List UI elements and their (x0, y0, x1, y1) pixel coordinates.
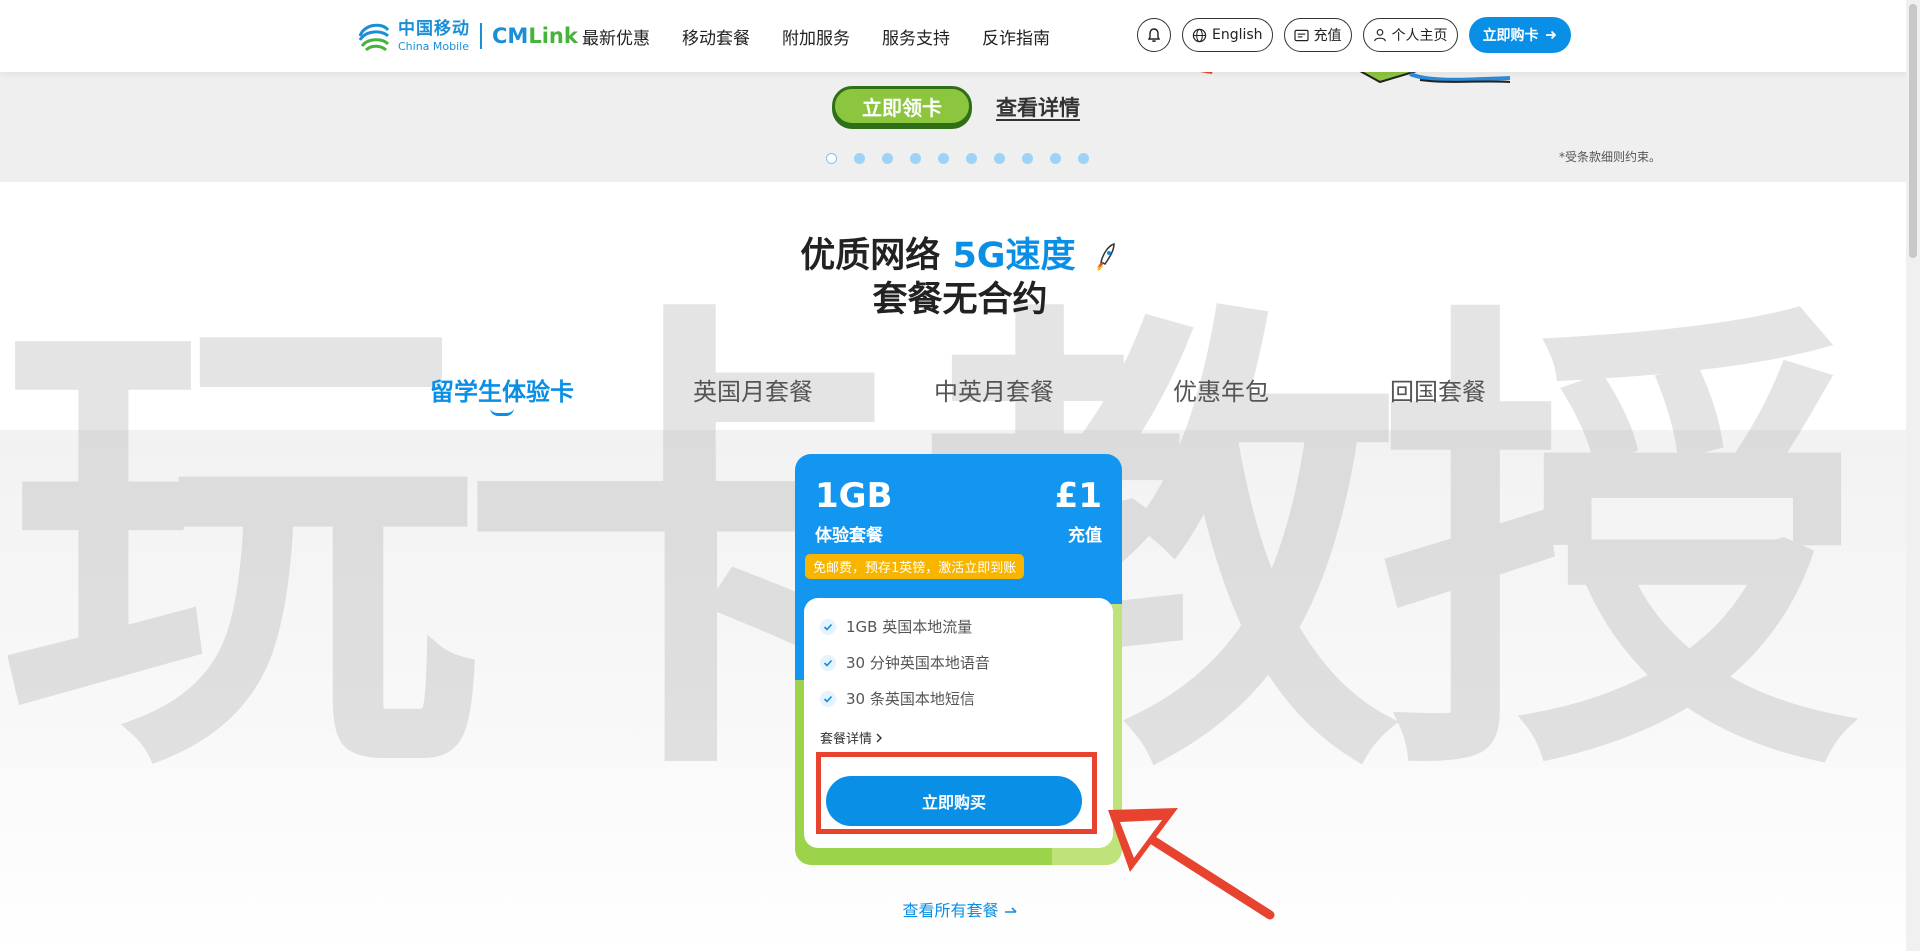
promo-tag: 免邮费，预存1英镑，激活立即到账 (805, 554, 1025, 579)
nav-support[interactable]: 服务支持 (882, 24, 950, 49)
plan-data-amount: 1GB (815, 476, 893, 516)
section-title-line1: 优质网络 5G速度 (0, 234, 1920, 278)
terms-note: *受条款细则约束。 (1559, 150, 1662, 164)
brand-logo[interactable]: 中国移动 China Mobile CMLink (356, 16, 578, 56)
plan-name: 体验套餐 (815, 526, 883, 546)
nav-latest-offers[interactable]: 最新优惠 (582, 24, 650, 49)
logo-english-name: China Mobile (398, 39, 470, 53)
nav-mobile-plans[interactable]: 移动套餐 (682, 24, 750, 49)
buy-card-now-label: 立即购卡 (1482, 28, 1539, 44)
check-icon (820, 690, 836, 707)
card-icon (1293, 29, 1309, 41)
china-mobile-logo-icon (356, 18, 392, 54)
view-details-link[interactable]: 查看详情 (996, 92, 1080, 122)
main-nav: 最新优惠 移动套餐 附加服务 服务支持 反诈指南 (582, 0, 1050, 72)
notification-button[interactable] (1137, 18, 1171, 52)
carousel-dot[interactable] (938, 153, 949, 164)
bell-icon (1147, 28, 1161, 42)
globe-icon (1192, 28, 1207, 42)
cmlink-wordmark-b: Link (528, 24, 578, 48)
arrow-right-icon (1004, 907, 1017, 913)
carousel-dots (826, 153, 1089, 164)
header-actions: English 充值 个人主页 立即购卡 (1137, 17, 1571, 53)
carousel-dot[interactable] (826, 153, 837, 164)
chevron-right-icon (876, 733, 883, 742)
carousel-dot[interactable] (882, 153, 893, 164)
tab-uk-monthly[interactable]: 英国月套餐 (693, 372, 813, 407)
title-highlight: 5G速度 (952, 236, 1076, 276)
feature-text: 30 分钟英国本地语音 (846, 654, 990, 672)
topup-button[interactable]: 充值 (1283, 18, 1352, 52)
tab-student-trial[interactable]: 留学生体验卡 (430, 372, 574, 416)
section-title-line2: 套餐无合约 (872, 280, 1048, 320)
cmlink-wordmark: CMLink (492, 24, 578, 48)
feature-item: 1GB 英国本地流量 (820, 616, 972, 637)
tab-label: 回国套餐 (1390, 378, 1486, 406)
scrollbar-thumb[interactable] (1909, 4, 1917, 258)
language-label: English (1212, 27, 1263, 43)
plan-details-label: 套餐详情 (820, 732, 873, 747)
rocket-icon (1096, 242, 1115, 271)
feature-item: 30 条英国本地短信 (820, 688, 975, 709)
check-icon (820, 618, 836, 635)
account-label: 个人主页 (1391, 28, 1448, 44)
plan-details-link[interactable]: 套餐详情 (820, 728, 883, 747)
cmlink-wordmark-a: CM (492, 24, 529, 48)
hero-illustration (1200, 72, 1511, 84)
language-button[interactable]: English (1182, 18, 1273, 52)
account-button[interactable]: 个人主页 (1362, 18, 1458, 52)
plan-tabs: 留学生体验卡 英国月套餐 中英月套餐 优惠年包 回国套餐 (0, 372, 1920, 416)
title-part1: 优质网络 (800, 236, 953, 276)
tab-label: 留学生体验卡 (430, 378, 574, 406)
carousel-dot[interactable] (994, 153, 1005, 164)
check-icon (820, 654, 836, 671)
view-all-plans-link[interactable]: 查看所有套餐 (0, 897, 1920, 921)
carousel-dot[interactable] (910, 153, 921, 164)
carousel-dot[interactable] (854, 153, 865, 164)
plan-price-label: 充值 (1068, 526, 1102, 546)
feature-text: 30 条英国本地短信 (846, 690, 975, 708)
nav-addon-services[interactable]: 附加服务 (782, 24, 850, 49)
carousel-dot[interactable] (1050, 153, 1061, 164)
claim-card-button[interactable]: 立即领卡 (832, 86, 972, 126)
logo-divider (480, 23, 482, 49)
logo-text: 中国移动 China Mobile (398, 18, 470, 53)
hero-banner: 立即领卡 查看详情 *受条款细则约束。 (0, 72, 1920, 182)
feature-item: 30 分钟英国本地语音 (820, 652, 990, 673)
active-tab-indicator (490, 408, 514, 416)
buy-card-now-button[interactable]: 立即购卡 (1468, 17, 1571, 53)
arrow-right-icon (1545, 30, 1556, 40)
topup-label: 充值 (1313, 28, 1342, 44)
site-header: 中国移动 China Mobile CMLink 最新优惠 移动套餐 附加服务 … (0, 0, 1920, 72)
tab-annual-deal[interactable]: 优惠年包 (1173, 372, 1269, 407)
carousel-dot[interactable] (1022, 153, 1033, 164)
plan-price: £1 (1054, 476, 1102, 516)
tab-label: 英国月套餐 (693, 378, 813, 406)
carousel-dot[interactable] (966, 153, 977, 164)
view-all-plans-label: 查看所有套餐 (902, 901, 999, 920)
tab-label: 中英月套餐 (934, 378, 1054, 406)
nav-anti-fraud[interactable]: 反诈指南 (982, 24, 1050, 49)
annotation-arrow-icon (1108, 808, 1275, 920)
tab-label: 优惠年包 (1173, 378, 1269, 406)
tab-cn-uk-monthly[interactable]: 中英月套餐 (934, 372, 1054, 407)
carousel-dot[interactable] (1078, 153, 1089, 164)
tab-return-home[interactable]: 回国套餐 (1390, 372, 1486, 407)
feature-text: 1GB 英国本地流量 (846, 618, 973, 636)
logo-chinese-name: 中国移动 (398, 18, 470, 39)
user-icon (1373, 29, 1386, 42)
section-title: 优质网络 5G速度 套餐无合约 (0, 234, 1920, 322)
annotation-highlight-box (816, 752, 1097, 834)
page-scrollbar[interactable] (1906, 0, 1920, 951)
